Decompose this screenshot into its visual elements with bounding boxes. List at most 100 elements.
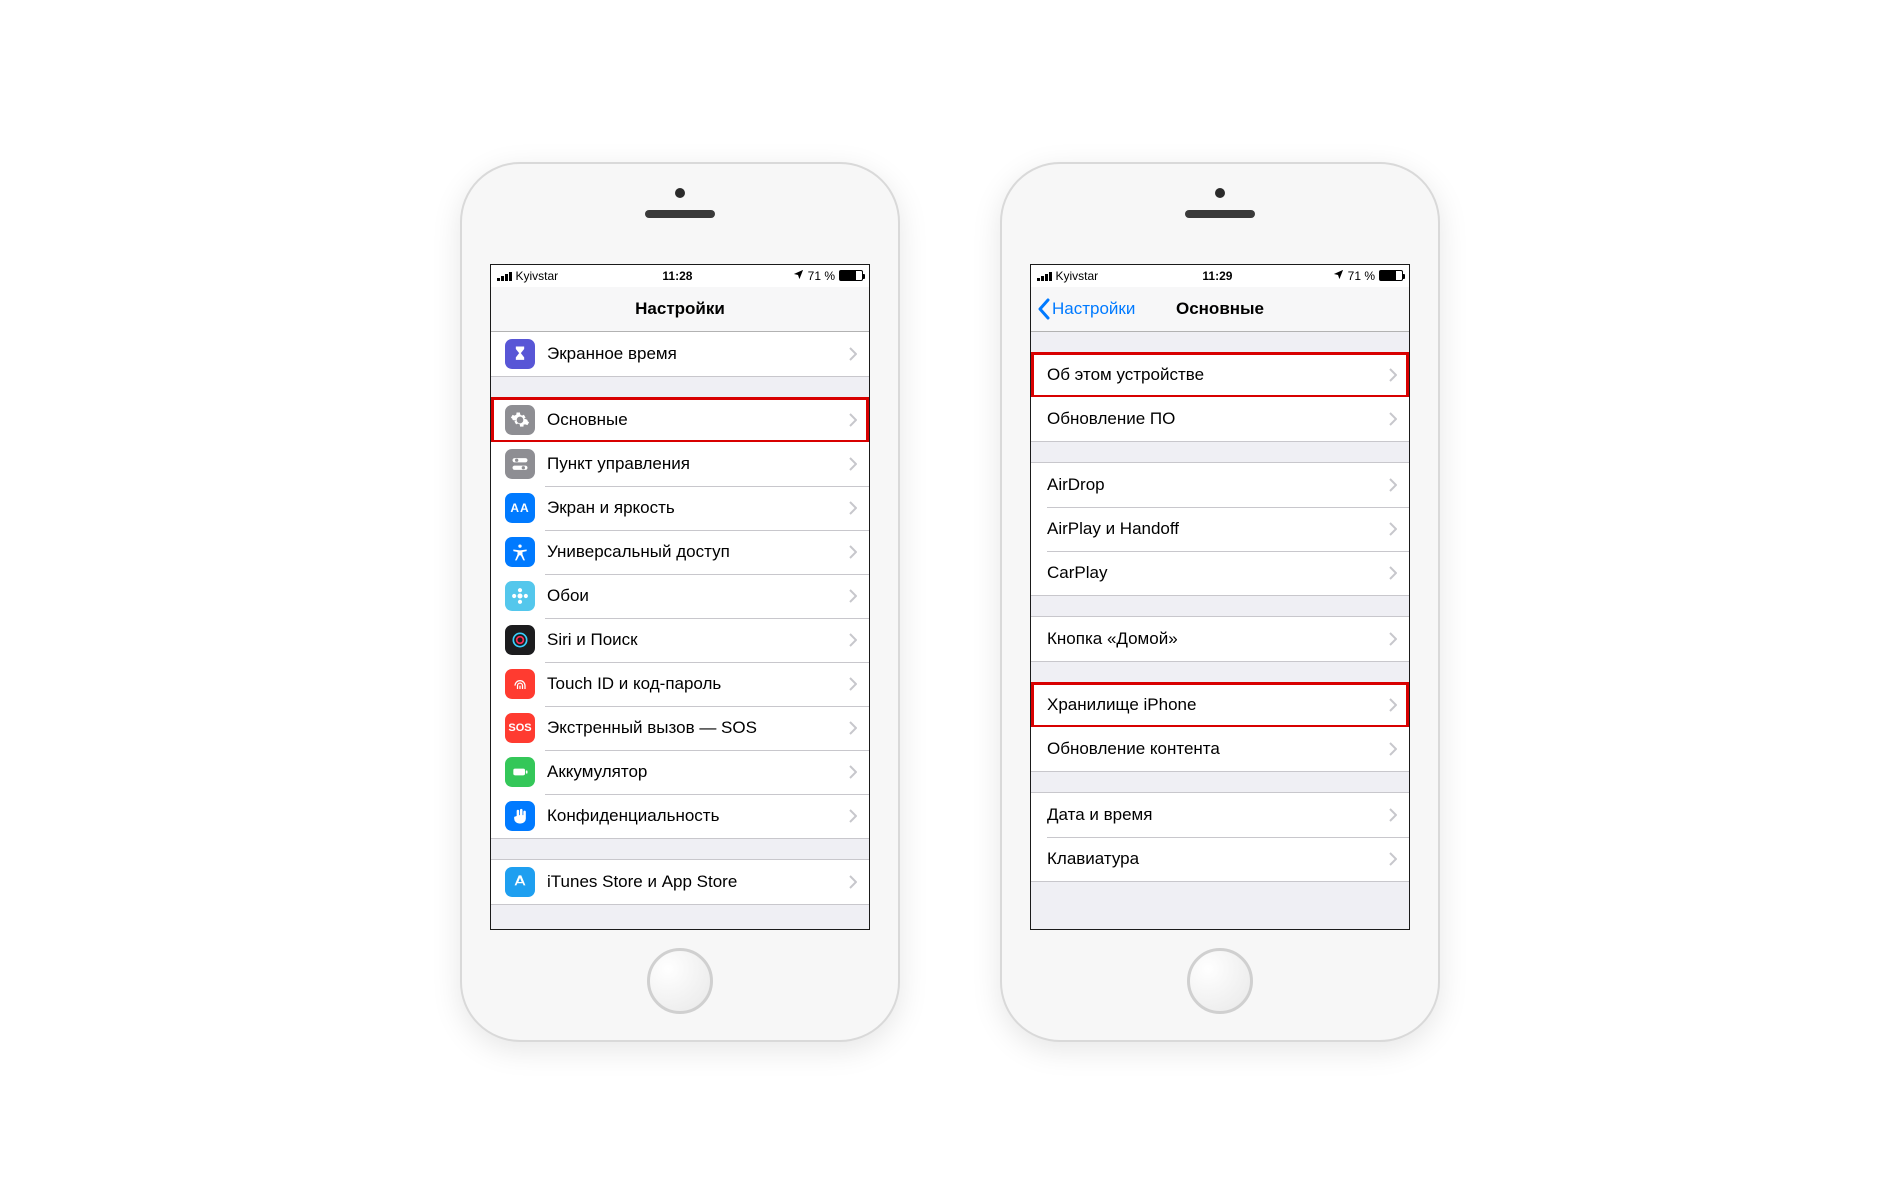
home-button[interactable] (1187, 948, 1253, 1014)
row-siri-search[interactable]: Siri и Поиск (491, 618, 869, 662)
settings-group-main: Основные Пункт управления AA Экран и ярк… (491, 397, 869, 839)
row-software-update[interactable]: Обновление ПО (1031, 397, 1409, 441)
text-size-icon: AA (505, 493, 535, 523)
accessibility-icon (505, 537, 535, 567)
chevron-right-icon (849, 677, 857, 691)
carrier-label: Kyivstar (1056, 269, 1099, 283)
row-label: Экстренный вызов — SOS (535, 718, 849, 738)
row-label: Siri и Поиск (535, 630, 849, 650)
row-airplay-handoff[interactable]: AirPlay и Handoff (1031, 507, 1409, 551)
row-screen-time[interactable]: Экранное время (491, 332, 869, 376)
row-label: Универсальный доступ (535, 542, 849, 562)
chevron-right-icon (849, 347, 857, 361)
row-date-time[interactable]: Дата и время (1031, 793, 1409, 837)
row-accessibility[interactable]: Универсальный доступ (491, 530, 869, 574)
row-label: Экранное время (535, 344, 849, 364)
row-label: AirDrop (1045, 475, 1389, 495)
row-iphone-storage[interactable]: Хранилище iPhone (1031, 683, 1409, 727)
row-display-brightness[interactable]: AA Экран и яркость (491, 486, 869, 530)
chevron-right-icon (1389, 368, 1397, 382)
status-bar: Kyivstar 11:29 71 % (1031, 265, 1409, 287)
row-about[interactable]: Об этом устройстве (1031, 353, 1409, 397)
chevron-right-icon (1389, 808, 1397, 822)
row-background-app-refresh[interactable]: Обновление контента (1031, 727, 1409, 771)
status-time: 11:28 (562, 269, 792, 283)
row-label: Конфиденциальность (535, 806, 849, 826)
front-camera (1215, 188, 1225, 198)
general-group-homebtn: Кнопка «Домой» (1031, 616, 1409, 662)
battery-percent: 71 % (1348, 269, 1375, 283)
battery-icon (1379, 270, 1403, 281)
chevron-right-icon (849, 809, 857, 823)
cellular-signal-icon (1037, 271, 1052, 281)
chevron-right-icon (1389, 632, 1397, 646)
navbar: Настройки Основные (1031, 287, 1409, 332)
location-icon (793, 269, 804, 283)
chevron-right-icon (849, 545, 857, 559)
page-title: Настройки (635, 299, 725, 319)
row-label: Обновление контента (1045, 739, 1389, 759)
chevron-right-icon (1389, 522, 1397, 536)
chevron-right-icon (1389, 566, 1397, 580)
row-general[interactable]: Основные (491, 398, 869, 442)
row-wallpaper[interactable]: Обои (491, 574, 869, 618)
location-icon (1333, 269, 1344, 283)
iphone-device-right: Kyivstar 11:29 71 % Настройки Основные (1000, 162, 1440, 1042)
general-group-storage: Хранилище iPhone Обновление контента (1031, 682, 1409, 772)
back-button[interactable]: Настройки (1037, 287, 1135, 331)
general-group-sharing: AirDrop AirPlay и Handoff CarPlay (1031, 462, 1409, 596)
chevron-right-icon (1389, 852, 1397, 866)
battery-icon (839, 270, 863, 281)
row-control-center[interactable]: Пункт управления (491, 442, 869, 486)
cellular-signal-icon (497, 271, 512, 281)
screen-left: Kyivstar 11:28 71 % Настройки (490, 264, 870, 930)
earpiece (1185, 210, 1255, 218)
chevron-right-icon (849, 413, 857, 427)
battery-percent: 71 % (808, 269, 835, 283)
general-list[interactable]: Об этом устройстве Обновление ПО AirDrop… (1031, 332, 1409, 929)
chevron-right-icon (849, 875, 857, 889)
status-time: 11:29 (1102, 269, 1332, 283)
general-group-about: Об этом устройстве Обновление ПО (1031, 352, 1409, 442)
row-label: Обновление ПО (1045, 409, 1389, 429)
settings-group-store: iTunes Store и App Store (491, 859, 869, 905)
chevron-right-icon (849, 765, 857, 779)
row-carplay[interactable]: CarPlay (1031, 551, 1409, 595)
sos-icon: SOS (505, 713, 535, 743)
row-airdrop[interactable]: AirDrop (1031, 463, 1409, 507)
row-battery[interactable]: Аккумулятор (491, 750, 869, 794)
row-keyboard[interactable]: Клавиатура (1031, 837, 1409, 881)
row-label: Об этом устройстве (1045, 365, 1389, 385)
gear-icon (505, 405, 535, 435)
carrier-label: Kyivstar (516, 269, 559, 283)
row-home-button[interactable]: Кнопка «Домой» (1031, 617, 1409, 661)
row-privacy[interactable]: Конфиденциальность (491, 794, 869, 838)
row-label: Пункт управления (535, 454, 849, 474)
hand-icon (505, 801, 535, 831)
toggles-icon (505, 449, 535, 479)
row-label: Дата и время (1045, 805, 1389, 825)
row-emergency-sos[interactable]: SOS Экстренный вызов — SOS (491, 706, 869, 750)
earpiece (645, 210, 715, 218)
chevron-left-icon (1037, 298, 1050, 320)
row-touch-id-passcode[interactable]: Touch ID и код-пароль (491, 662, 869, 706)
chevron-right-icon (849, 633, 857, 647)
settings-list[interactable]: Экранное время Основные Пункт (491, 332, 869, 929)
row-itunes-appstore[interactable]: iTunes Store и App Store (491, 860, 869, 904)
status-bar: Kyivstar 11:28 71 % (491, 265, 869, 287)
chevron-right-icon (1389, 478, 1397, 492)
home-button[interactable] (647, 948, 713, 1014)
fingerprint-icon (505, 669, 535, 699)
row-label: Хранилище iPhone (1045, 695, 1389, 715)
chevron-right-icon (1389, 742, 1397, 756)
row-label: Основные (535, 410, 849, 430)
page-title: Основные (1176, 299, 1264, 319)
settings-group-screentime: Экранное время (491, 332, 869, 377)
chevron-right-icon (849, 589, 857, 603)
navbar: Настройки (491, 287, 869, 332)
iphone-device-left: Kyivstar 11:28 71 % Настройки (460, 162, 900, 1042)
row-label: Обои (535, 586, 849, 606)
chevron-right-icon (849, 721, 857, 735)
general-group-system: Дата и время Клавиатура (1031, 792, 1409, 882)
row-label: Touch ID и код-пароль (535, 674, 849, 694)
